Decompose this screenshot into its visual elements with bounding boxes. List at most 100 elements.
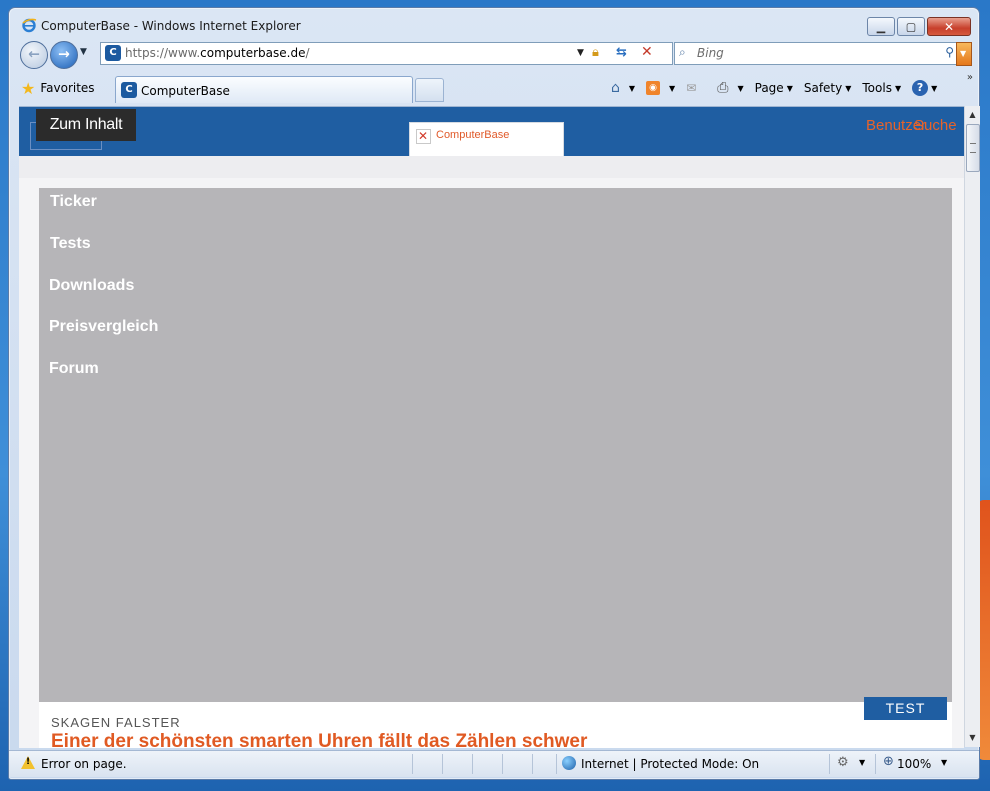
nav-item-ticker[interactable]: Ticker [50,193,97,211]
status-separator [875,754,876,774]
minimize-icon: ▁ [876,20,886,33]
status-separator [829,754,830,774]
mail-icon: ✉ [686,81,697,95]
home-button[interactable]: ⌂ ▼ [611,80,635,96]
status-bar: ! Error on page. Internet | Protected Mo… [9,750,979,777]
address-dropdown-icon[interactable]: ▼ [577,48,584,58]
chevron-down-icon: ▼ [786,83,793,93]
search-link[interactable]: Suche [914,117,957,134]
feeds-button[interactable]: ◉ ▼ [646,81,675,95]
read-mail-button[interactable]: ✉ [686,81,706,95]
tab-computerbase[interactable]: C ComputerBase [115,76,413,103]
status-separator [472,754,473,774]
scroll-thumb[interactable] [966,124,980,172]
chevron-down-icon[interactable]: ▼ [941,758,947,767]
tab-favicon-icon: C [121,82,137,98]
address-url[interactable]: https://www.computerbase.de/ [125,46,310,60]
lock-icon[interactable]: 🔒︎ [592,45,606,61]
stop-icon[interactable]: ✕ [641,44,659,60]
command-bar: ★ Favorites C ComputerBase ⌂ ▼ ◉ ▼ ✉ ⎙ ▼ Pa… [9,72,979,104]
warning-glyph: ! [26,757,31,767]
chevron-down-icon: ▼ [628,83,636,93]
tools-menu-label: Tools [862,81,892,95]
add-ons-icon[interactable]: ⚙ [837,755,849,770]
search-placeholder: Bing [697,46,724,60]
rss-icon: ◉ [646,81,661,95]
page-viewport: Zum Inhalt ✕ ComputerBase Benutzer Suche… [19,106,964,748]
main-nav-panel: Ticker Tests Downloads Preisvergleich Fo… [39,188,952,702]
page-menu[interactable]: Page ▼ [755,81,793,95]
status-separator [556,754,557,774]
new-tab-button[interactable] [415,78,444,102]
site-favicon-icon: C [105,45,121,61]
status-separator [502,754,503,774]
home-icon: ⌂ [611,80,620,96]
maximize-icon: ▢ [905,20,917,33]
internet-zone-icon [562,756,576,770]
article-teaser[interactable]: SKAGEN FALSTER Einer der schönsten smart… [39,702,952,748]
window-title: ComputerBase - Windows Internet Explorer [41,19,301,33]
scroll-thumb-grip [970,143,976,153]
chevron-down-icon: ▼ [669,83,676,93]
url-suffix: / [305,46,310,60]
navigation-bar: ← → ▼ C https://www.computerbase.de/ ▼ 🔒… [9,39,979,69]
print-icon: ⎙ [717,80,729,96]
search-box[interactable]: ⌕ Bing ⚲ [674,42,957,65]
safety-menu-label: Safety [803,81,843,95]
close-button[interactable]: ✕ [927,17,971,36]
browser-window: ComputerBase - Windows Internet Explorer… [8,7,980,780]
ie-logo-icon [22,18,37,33]
skip-to-content-link[interactable]: Zum Inhalt [36,109,136,141]
title-bar: ComputerBase - Windows Internet Explorer… [9,8,979,38]
more-commands-icon[interactable]: » [967,72,973,83]
refresh-icon[interactable]: ⇆ [616,45,634,61]
tools-menu[interactable]: Tools ▼ [862,81,901,95]
search-options-button[interactable]: ▼ [956,42,972,66]
chevron-down-icon: ▼ [931,83,938,93]
article-headline[interactable]: Einer der schönsten smarten Uhren fällt … [51,731,587,748]
article-kicker: SKAGEN FALSTER [51,715,181,730]
help-menu[interactable]: ? ▼ [912,80,937,96]
minimize-button[interactable]: ▁ [867,17,895,36]
chevron-down-icon: ▼ [894,83,902,93]
status-separator [412,754,413,774]
command-buttons: ⌂ ▼ ◉ ▼ ✉ ⎙ ▼ Page ▼ Safety ▼ Tools ▼ ? ▼ [611,78,948,98]
search-provider-icon: ⌕ [679,45,686,59]
tab-title: ComputerBase [141,84,230,98]
chevron-down-icon: ▼ [737,83,744,93]
vertical-scrollbar[interactable]: ▲ ▼ [964,106,980,747]
zoom-level[interactable]: 100% [897,757,931,771]
chevron-down-icon[interactable]: ▼ [859,758,865,767]
nav-item-preisvergleich[interactable]: Preisvergleich [49,318,158,336]
close-icon: ✕ [943,19,955,34]
address-bar[interactable]: C https://www.computerbase.de/ ▼ 🔒︎ ⇆ ✕ [100,42,673,65]
print-button[interactable]: ⎙ ▼ [717,80,743,96]
star-icon: ★ [21,78,36,98]
article-category-badge: TEST [864,697,947,720]
site-header: Zum Inhalt ✕ ComputerBase Benutzer Suche [19,107,964,169]
search-icon[interactable]: ⚲ [945,45,954,59]
back-button[interactable]: ← [20,41,48,69]
status-message[interactable]: Error on page. [41,757,127,771]
header-strip [19,156,964,178]
nav-item-tests[interactable]: Tests [50,235,91,253]
logo-alt-text: ComputerBase [436,129,510,141]
recent-pages-dropdown[interactable]: ▼ [80,47,87,57]
nav-item-forum[interactable]: Forum [49,360,99,378]
status-separator [442,754,443,774]
scroll-down-icon[interactable]: ▼ [965,731,980,745]
back-arrow-icon: ← [28,46,40,63]
broken-image-icon: ✕ [416,129,431,144]
safety-menu[interactable]: Safety ▼ [804,81,852,95]
url-domain: computerbase.de [200,46,306,60]
nav-item-downloads[interactable]: Downloads [49,277,134,295]
favorites-button[interactable]: ★ Favorites [21,78,95,98]
zoom-icon[interactable]: ⊕ [883,754,894,769]
favorites-label: Favorites [40,81,95,95]
forward-button[interactable]: → [50,41,78,69]
scroll-up-icon[interactable]: ▲ [965,108,980,122]
status-separator [532,754,533,774]
security-zone[interactable]: Internet | Protected Mode: On [581,757,759,771]
maximize-button[interactable]: ▢ [897,17,925,36]
chevron-down-icon: ▼ [960,49,967,58]
